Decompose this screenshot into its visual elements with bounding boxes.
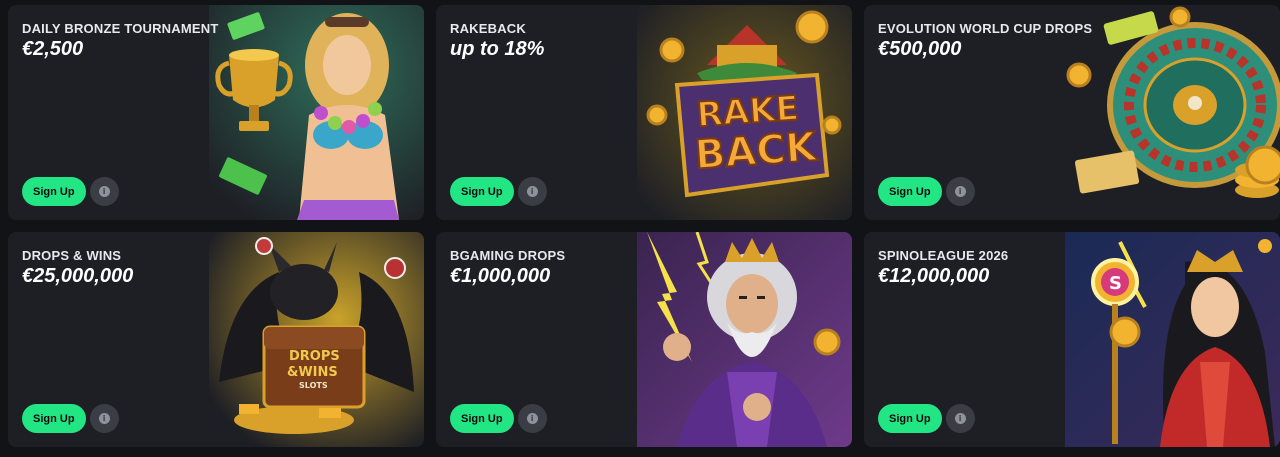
info-button[interactable]: i (517, 177, 547, 206)
spin-orb-letter: S (1109, 273, 1122, 294)
promo-card-drops-and-wins[interactable]: DROPS &WINS SLOTS DROPS & WINS €25,000,0… (8, 232, 424, 447)
promo-actions: Sign Up i (450, 404, 547, 433)
info-button[interactable]: i (89, 404, 119, 433)
promo-prize-value: €25,000,000 (22, 265, 134, 287)
promo-title: SPINOLEAGUE 2026 (878, 248, 1009, 263)
sign-up-button[interactable]: Sign Up (22, 177, 86, 206)
info-button[interactable]: i (517, 404, 547, 433)
info-icon: i (954, 186, 966, 197)
info-button[interactable]: i (945, 404, 975, 433)
info-button[interactable]: i (945, 177, 975, 206)
promotions-grid: DAILY BRONZE TOURNAMENT €2,500 Sign Up i (8, 5, 1280, 447)
bronze-tournament-illustration (209, 5, 424, 220)
promo-prize-value: €12,000,000 (878, 265, 990, 287)
promo-title: DAILY BRONZE TOURNAMENT (22, 21, 219, 36)
promo-title: RAKEBACK (450, 21, 526, 36)
rakeback-illustration: RAKE BACK (637, 5, 852, 220)
promo-actions: Sign Up i (878, 404, 975, 433)
sign-up-button[interactable]: Sign Up (878, 404, 942, 433)
promo-actions: Sign Up i (450, 177, 547, 206)
info-icon: i (954, 413, 966, 424)
promo-prize-value: €1,000,000 (450, 265, 551, 287)
promo-title: BGAMING DROPS (450, 248, 566, 263)
promo-card-bgaming-drops[interactable]: BGAMING DROPS €1,000,000 Sign Up i (436, 232, 852, 447)
promo-title: EVOLUTION WORLD CUP DROPS (878, 21, 1093, 36)
sign-up-button[interactable]: Sign Up (450, 404, 514, 433)
info-icon: i (98, 413, 110, 424)
sign-up-button[interactable]: Sign Up (878, 177, 942, 206)
promo-actions: Sign Up i (22, 404, 119, 433)
dragon-chest-illustration: DROPS &WINS SLOTS (209, 232, 424, 447)
promo-card-evolution-world-cup-drops[interactable]: EVOLUTION WORLD CUP DROPS €500,000 Sign … (864, 5, 1280, 220)
slots-art-text: SLOTS (299, 381, 328, 390)
promo-actions: Sign Up i (878, 177, 975, 206)
sign-up-button[interactable]: Sign Up (22, 404, 86, 433)
promo-card-daily-bronze-tournament[interactable]: DAILY BRONZE TOURNAMENT €2,500 Sign Up i (8, 5, 424, 220)
promo-card-spinoleague-2026[interactable]: S SPINOLEAGUE 2026 €12,000,000 Sign Up i (864, 232, 1280, 447)
promo-actions: Sign Up i (22, 177, 119, 206)
promo-prize-value: up to 18% (450, 38, 545, 60)
promo-prize-value: €500,000 (878, 38, 962, 60)
warrior-woman-illustration: S (1065, 232, 1280, 447)
wins-art-text: &WINS (287, 365, 338, 380)
info-icon: i (98, 186, 110, 197)
promo-title: DROPS & WINS (22, 248, 122, 263)
info-button[interactable]: i (89, 177, 119, 206)
back-art-text: BACK (693, 124, 820, 179)
drops-art-text: DROPS (289, 349, 340, 364)
info-icon: i (526, 186, 538, 197)
roulette-wheel-illustration (1065, 5, 1280, 220)
info-icon: i (526, 413, 538, 424)
promo-card-rakeback[interactable]: RAKE BACK RAKEBACK up to 18% Sign Up i (436, 5, 852, 220)
sign-up-button[interactable]: Sign Up (450, 177, 514, 206)
zeus-illustration (637, 232, 852, 447)
promo-prize-value: €2,500 (22, 38, 84, 60)
